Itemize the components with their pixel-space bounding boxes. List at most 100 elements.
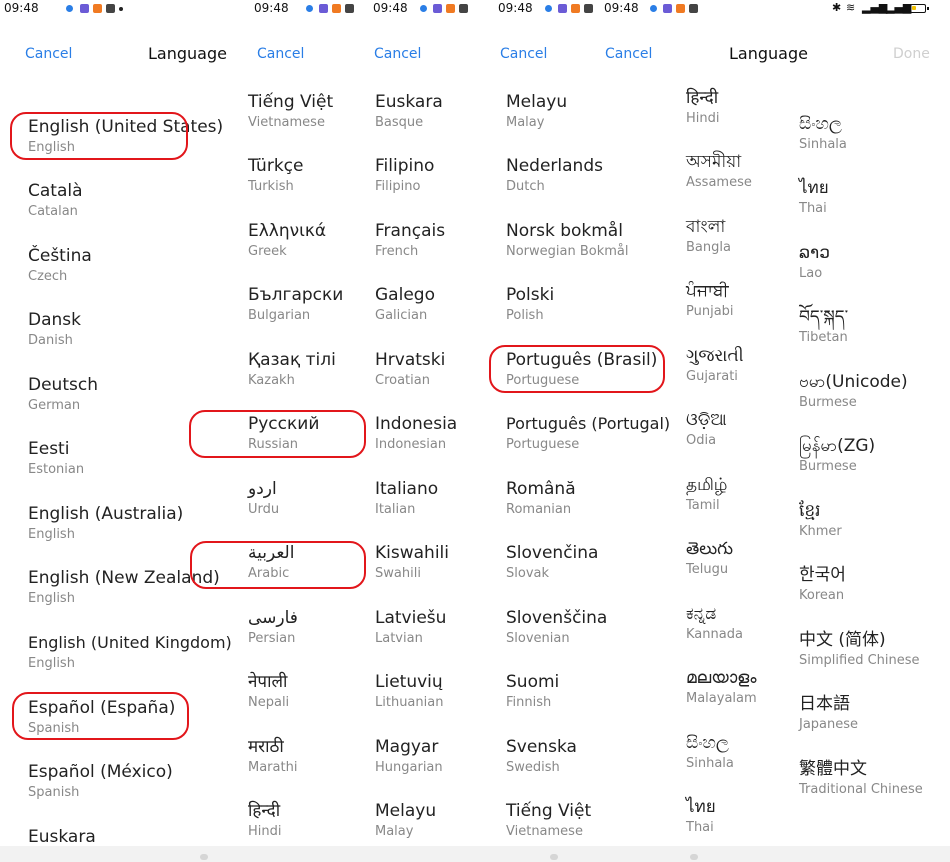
language-item[interactable]: Italiano Italian xyxy=(375,478,438,538)
status-time: 09:48 xyxy=(254,1,289,15)
language-item[interactable]: Қазақ тілі Kazakh xyxy=(248,349,336,409)
cancel-button[interactable]: Cancel xyxy=(374,46,421,62)
language-native-name: 日本語 xyxy=(799,694,850,714)
language-item[interactable]: मराठी Marathi xyxy=(248,736,297,796)
language-item[interactable]: Suomi Finnish xyxy=(506,671,559,731)
language-item[interactable]: ລາວ Lao xyxy=(799,242,830,302)
language-item[interactable]: Eesti Estonian xyxy=(28,438,84,498)
cancel-button[interactable]: Cancel xyxy=(500,46,547,62)
language-english-name: Catalan xyxy=(28,204,78,219)
language-item[interactable]: ગુજરાતી Gujarati xyxy=(686,345,744,405)
language-item[interactable]: বাংলা Bangla xyxy=(686,216,731,276)
bluetooth-icon: ✱ xyxy=(832,1,842,14)
language-item[interactable]: ဗမာ(Unicode) Burmese xyxy=(799,371,908,431)
language-item[interactable]: Български Bulgarian xyxy=(248,284,343,344)
language-item[interactable]: ខ្មែរ Khmer xyxy=(799,500,842,560)
language-item[interactable]: Čeština Czech xyxy=(28,245,92,305)
language-native-name: Kiswahili xyxy=(375,543,449,563)
language-item[interactable]: Slovenščina Slovenian xyxy=(506,607,607,667)
language-item[interactable]: Ελληνικά Greek xyxy=(248,220,326,280)
language-item[interactable]: සිංහල Sinhala xyxy=(799,113,847,173)
language-item[interactable]: Magyar Hungarian xyxy=(375,736,443,796)
language-item[interactable]: Lietuvių Lithuanian xyxy=(375,671,443,731)
language-item[interactable]: Dansk Danish xyxy=(28,309,81,369)
language-item[interactable]: العربية Arabic xyxy=(248,542,294,602)
language-item[interactable]: اردو Urdu xyxy=(248,478,279,538)
language-native-name: ລາວ xyxy=(799,243,830,263)
language-item[interactable]: Español (México) Spanish xyxy=(28,761,173,821)
language-item[interactable]: Filipino Filipino xyxy=(375,155,434,215)
language-item[interactable]: Deutsch German xyxy=(28,374,98,434)
language-item[interactable]: فارسی Persian xyxy=(248,607,298,667)
language-item[interactable]: Tiếng Việt Vietnamese xyxy=(248,91,333,151)
language-item[interactable]: සිංහල Sinhala xyxy=(686,732,734,792)
language-item[interactable]: 日本語 Japanese xyxy=(799,693,858,753)
language-item[interactable]: অসমীয়া Assamese xyxy=(686,151,752,211)
language-item[interactable]: Português (Portugal) Portuguese xyxy=(506,413,670,473)
language-item[interactable]: తెలుగు Telugu xyxy=(686,538,733,598)
language-native-name: অসমীয়া xyxy=(686,152,742,172)
language-item[interactable]: हिन्दी Hindi xyxy=(686,87,720,147)
language-item[interactable]: Português (Brasil) Portuguese xyxy=(506,349,657,409)
language-english-name: Burmese xyxy=(799,395,857,410)
language-english-name: Tibetan xyxy=(799,330,848,345)
language-item[interactable]: Melayu Malay xyxy=(506,91,567,151)
language-item[interactable]: ไทย Thai xyxy=(799,177,829,237)
language-item[interactable]: Kiswahili Swahili xyxy=(375,542,449,602)
language-english-name: Filipino xyxy=(375,179,421,194)
cancel-button[interactable]: Cancel xyxy=(605,46,652,62)
language-item[interactable]: မြန်မာ(ZG) Burmese xyxy=(799,435,875,495)
language-native-name: ไทย xyxy=(686,797,716,817)
language-english-name: Portuguese xyxy=(506,373,580,388)
language-item[interactable]: Español (España) Spanish xyxy=(28,697,175,757)
language-item[interactable]: Polski Polish xyxy=(506,284,554,344)
language-item[interactable]: Galego Galician xyxy=(375,284,435,344)
language-english-name: Swahili xyxy=(375,566,421,581)
language-item[interactable]: Română Romanian xyxy=(506,478,576,538)
language-english-name: Czech xyxy=(28,269,68,284)
notification-dot-icon xyxy=(66,5,73,12)
language-item[interactable]: Hrvatski Croatian xyxy=(375,349,445,409)
language-item[interactable]: 中文 (简体) Simplified Chinese xyxy=(799,629,920,689)
language-item[interactable]: English (New Zealand) English xyxy=(28,567,220,627)
cancel-button[interactable]: Cancel xyxy=(257,46,304,62)
page-title: Language xyxy=(148,44,227,63)
language-item[interactable]: தமிழ் Tamil xyxy=(686,474,728,534)
language-item[interactable]: Català Catalan xyxy=(28,180,83,240)
language-item[interactable]: Русский Russian xyxy=(248,413,319,473)
language-item[interactable]: བོད་སྐད་ Tibetan xyxy=(799,306,848,366)
signal-icon: ▂▄▆ xyxy=(862,1,888,14)
language-item[interactable]: English (United Kingdom) English xyxy=(28,632,232,692)
language-native-name: Italiano xyxy=(375,479,439,499)
language-native-name: Deutsch xyxy=(28,375,98,395)
language-english-name: Malay xyxy=(506,115,545,130)
language-native-name: Galego xyxy=(375,285,435,305)
language-item[interactable]: മലയാളം Malayalam xyxy=(686,667,757,727)
cancel-button[interactable]: Cancel xyxy=(25,46,72,62)
language-item[interactable]: Indonesia Indonesian xyxy=(375,413,457,473)
done-button[interactable]: Done xyxy=(893,46,930,62)
language-item[interactable]: ಕನ್ನಡ Kannada xyxy=(686,603,743,663)
language-item[interactable]: Norsk bokmål Norwegian Bokmål xyxy=(506,220,629,280)
language-item[interactable]: Svenska Swedish xyxy=(506,736,577,796)
language-english-name: Dutch xyxy=(506,179,545,194)
language-item[interactable]: Slovenčina Slovak xyxy=(506,542,598,602)
language-item[interactable]: English (United States) English xyxy=(28,116,223,176)
language-item[interactable]: Euskara Basque xyxy=(375,91,443,151)
language-item[interactable]: English (Australia) English xyxy=(28,503,183,563)
language-native-name: Latviešu xyxy=(375,608,447,628)
language-native-name: Čeština xyxy=(28,246,92,266)
language-item[interactable]: Latviešu Latvian xyxy=(375,607,446,667)
language-item[interactable]: 한국어 Korean xyxy=(799,564,846,624)
language-native-name: Български xyxy=(248,285,344,305)
language-item[interactable]: नेपाली Nepali xyxy=(248,671,289,731)
language-item[interactable]: Nederlands Dutch xyxy=(506,155,603,215)
language-item[interactable]: Français French xyxy=(375,220,445,280)
app-icon xyxy=(332,4,341,13)
language-english-name: Basque xyxy=(375,115,424,130)
language-item[interactable]: ਪੰਜਾਬੀ Punjabi xyxy=(686,280,734,340)
language-item[interactable]: ଓଡ଼ିଆ Odia xyxy=(686,409,727,469)
language-english-name: Swedish xyxy=(506,760,560,775)
language-item[interactable]: 繁體中文 Traditional Chinese xyxy=(799,758,923,818)
language-item[interactable]: Türkçe Turkish xyxy=(248,155,303,215)
